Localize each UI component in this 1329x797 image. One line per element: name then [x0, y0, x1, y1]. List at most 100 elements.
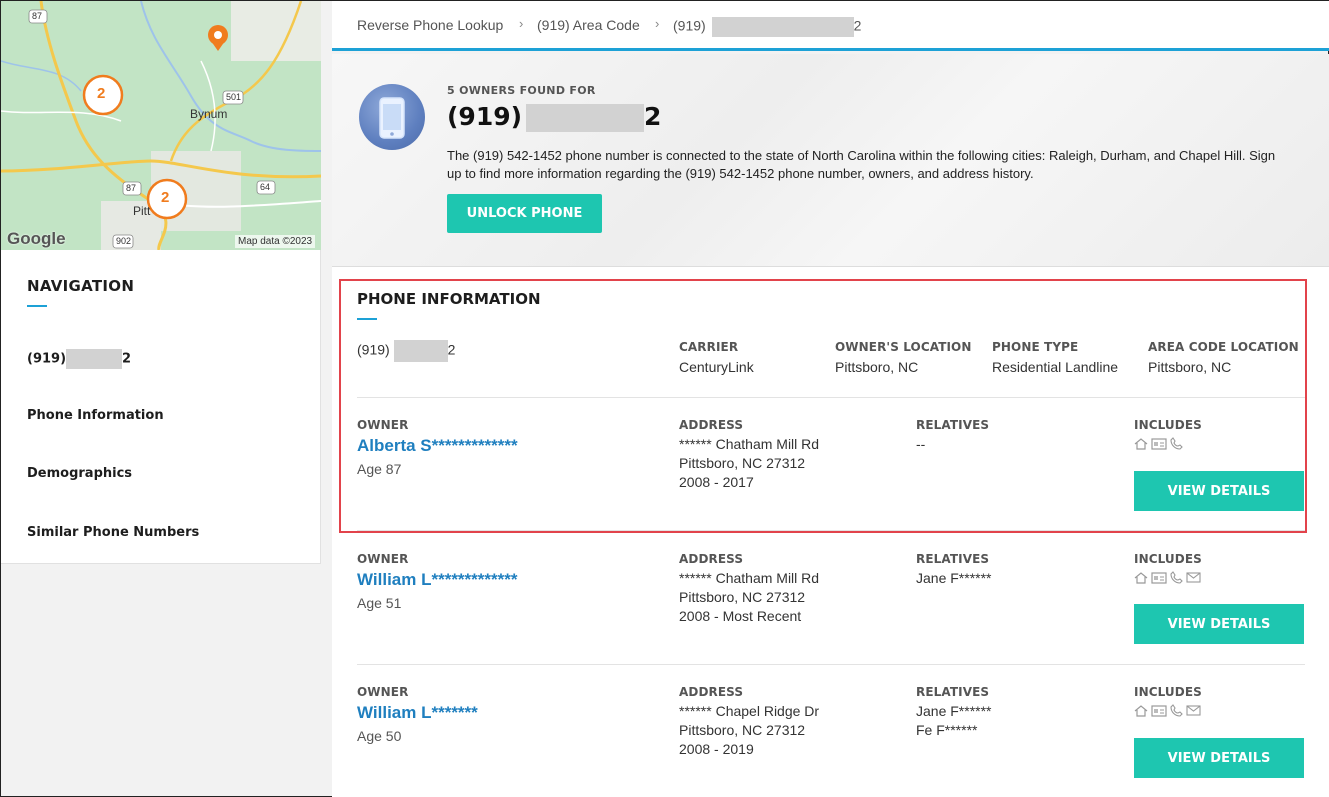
road-label: 87	[32, 11, 43, 21]
nav-number-prefix: (919)	[27, 351, 67, 367]
info-number-suffix: 2	[447, 341, 456, 358]
phone-description: The (919) 542-1452 phone number is conne…	[447, 148, 1276, 181]
breadcrumb-reverse-phone-lookup[interactable]: Reverse Phone Lookup	[357, 17, 503, 33]
unlock-phone-button[interactable]: UNLOCK PHONE	[447, 194, 602, 233]
carrier-value: CenturyLink	[679, 359, 754, 375]
owner-name-link[interactable]: William L*************	[357, 570, 517, 590]
includes-label: INCLUDES	[1134, 418, 1202, 432]
breadcrumb-number-prefix: (919)	[673, 17, 706, 34]
includes-icons	[1134, 704, 1201, 717]
left-column: 2 2 87 501 87 64 902 Bynum Pitt Google M…	[1, 1, 321, 797]
relative-name: Jane F******	[916, 570, 992, 586]
address-line1: ****** Chatham Mill Rd	[679, 436, 820, 452]
includes-icons	[1134, 571, 1201, 584]
divider	[357, 530, 1305, 531]
divider	[357, 664, 1305, 665]
address-line1: ****** Chatham Mill Rd	[679, 570, 820, 586]
road-label: 87	[126, 183, 137, 193]
includes-label: INCLUDES	[1134, 685, 1202, 699]
phone-number-value: (919) 2	[357, 340, 455, 362]
id-card-icon	[1151, 571, 1167, 584]
address-label: ADDRESS	[679, 418, 744, 432]
navigation-accent	[27, 305, 47, 307]
road-label: 902	[116, 236, 132, 246]
includes-label: INCLUDES	[1134, 552, 1202, 566]
address-years: 2008 - Most Recent	[679, 608, 802, 624]
id-card-icon	[1151, 437, 1167, 450]
address-line1: ****** Chapel Ridge Dr	[679, 703, 820, 719]
redacted-digits	[711, 17, 854, 37]
owner-name-link[interactable]: Alberta S*************	[357, 436, 518, 456]
address-line2: Pittsboro, NC 27312	[679, 589, 806, 605]
breadcrumb-area-code[interactable]: (919) Area Code	[537, 17, 640, 33]
email-icon	[1186, 704, 1201, 717]
google-logo: Google	[7, 229, 66, 248]
chevron-right-icon: ›	[655, 16, 660, 31]
hero-banner: 5 OWNERS FOUND FOR (919) 2 The (919) 542-…	[332, 54, 1329, 267]
breadcrumb: Reverse Phone Lookup › (919) Area Code ›…	[332, 1, 1329, 51]
area-code-location-value: Pittsboro, NC	[1148, 359, 1232, 375]
nav-item-phone-number[interactable]: (919) 2	[27, 349, 131, 369]
view-details-button[interactable]: VIEW DETAILS	[1134, 471, 1304, 511]
redacted-digits	[66, 349, 123, 369]
relatives-label: RELATIVES	[916, 552, 990, 566]
phone-type-value: Residential Landline	[992, 359, 1119, 375]
owner-age: Age 87	[357, 461, 402, 477]
owners-found-label: 5 OWNERS FOUND FOR	[447, 84, 596, 97]
relatives-label: RELATIVES	[916, 685, 990, 699]
cluster-count: 2	[161, 189, 170, 206]
hero-number-suffix: 2	[644, 102, 662, 131]
nav-number-suffix: 2	[122, 351, 132, 367]
house-icon	[1134, 437, 1148, 450]
section-title: PHONE INFORMATION	[357, 290, 541, 308]
navigation-panel: NAVIGATION (919) 2 Phone Information Demo…	[1, 250, 321, 564]
address-years: 2008 - 2019	[679, 741, 754, 757]
phone-information-section: PHONE INFORMATION (919) 2 CARRIER Centur…	[332, 267, 1329, 797]
phone-number-heading: (919) 2	[447, 102, 661, 132]
view-details-button[interactable]: VIEW DETAILS	[1134, 738, 1304, 778]
phone-type-label: PHONE TYPE	[992, 340, 1079, 354]
address-line2: Pittsboro, NC 27312	[679, 722, 806, 738]
redacted-digits	[393, 340, 448, 362]
phone-icon	[359, 84, 425, 150]
phone-icon	[1170, 437, 1183, 450]
hero-number-prefix: (919)	[447, 102, 523, 131]
id-card-icon	[1151, 704, 1167, 717]
nav-item-demographics[interactable]: Demographics	[27, 466, 132, 481]
map-attribution[interactable]: Map data ©2023	[235, 235, 316, 248]
owner-label: OWNER	[357, 685, 409, 699]
cluster-count: 2	[97, 85, 106, 102]
house-icon	[1134, 571, 1148, 584]
relative-name: Jane F******	[916, 703, 992, 719]
relative-name: --	[916, 436, 926, 452]
owner-name-link[interactable]: William L*******	[357, 703, 478, 723]
relative-name: Fe F******	[916, 722, 978, 738]
address-years: 2008 - 2017	[679, 474, 754, 490]
phone-icon	[1170, 704, 1183, 717]
address-line2: Pittsboro, NC 27312	[679, 455, 806, 471]
view-details-button[interactable]: VIEW DETAILS	[1134, 604, 1304, 644]
nav-item-similar-phone-numbers[interactable]: Similar Phone Numbers	[27, 525, 199, 540]
info-number-prefix: (919)	[357, 341, 390, 358]
area-code-location-label: AREA CODE LOCATION	[1148, 340, 1299, 354]
breadcrumb-number-suffix: 2	[853, 17, 862, 34]
carrier-label: CARRIER	[679, 340, 739, 354]
owner-location-label: OWNER'S LOCATION	[835, 340, 972, 354]
road-label: 501	[226, 92, 242, 102]
map-canvas	[1, 1, 321, 250]
address-label: ADDRESS	[679, 685, 744, 699]
map[interactable]: 2 2 87 501 87 64 902 Bynum Pitt Google M…	[1, 1, 321, 250]
owner-age: Age 50	[357, 728, 402, 744]
phone-icon	[1170, 571, 1183, 584]
includes-icons	[1134, 437, 1183, 450]
main-column: Reverse Phone Lookup › (919) Area Code ›…	[332, 1, 1329, 797]
chevron-right-icon: ›	[519, 16, 524, 31]
nav-item-phone-information[interactable]: Phone Information	[27, 408, 164, 423]
section-accent	[357, 318, 377, 320]
divider	[357, 397, 1305, 398]
owner-age: Age 51	[357, 595, 402, 611]
email-icon	[1186, 571, 1201, 584]
owner-label: OWNER	[357, 552, 409, 566]
breadcrumb-current: (919) 2	[673, 17, 861, 37]
house-icon	[1134, 704, 1148, 717]
